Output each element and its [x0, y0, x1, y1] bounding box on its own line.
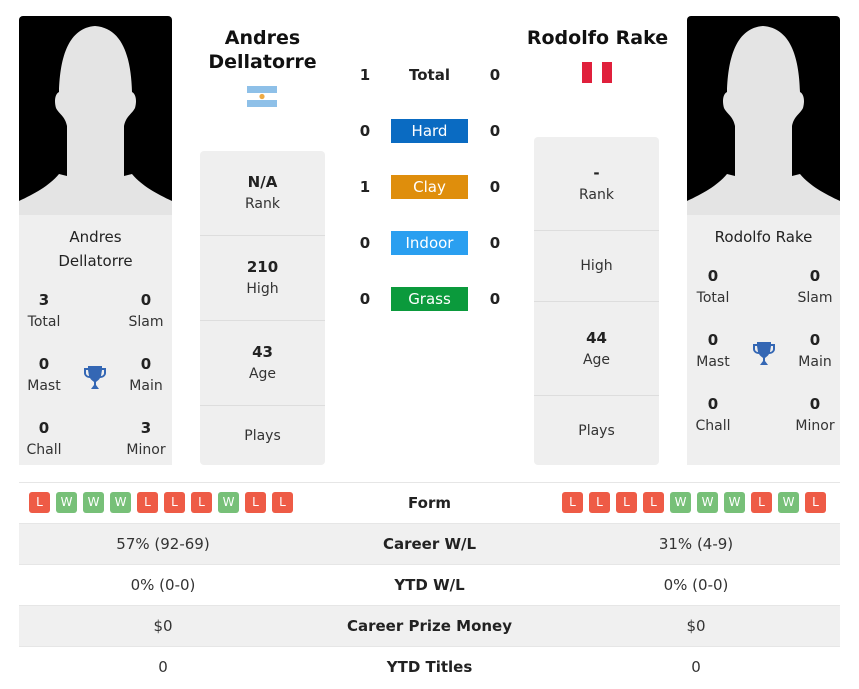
player2-titles-total: 0 Total: [696, 267, 730, 306]
h2h-clay-row: 1 Clay 0: [350, 175, 510, 199]
form-win-badge: W: [697, 492, 718, 513]
player2-titles-slam: 0 Slam: [797, 267, 833, 306]
player2-name: Rodolfo Rake: [714, 228, 813, 246]
player1-titles-slam: 0 Slam: [128, 291, 164, 330]
form-loss-badge: L: [805, 492, 826, 513]
ytd-wl-label: YTD W/L: [394, 576, 465, 594]
form-loss-badge: L: [643, 492, 664, 513]
form-win-badge: W: [56, 492, 77, 513]
ytd-titles-row: 0 YTD Titles 0: [19, 646, 840, 687]
player2-titles-minor: 0 Minor: [795, 395, 835, 434]
player1-age: 43 Age: [200, 321, 325, 406]
player1-ytd-titles: 0: [158, 658, 168, 676]
form-win-badge: W: [670, 492, 691, 513]
player1-titles-minor: 3 Minor: [126, 419, 166, 458]
form-loss-badge: L: [164, 492, 185, 513]
player1-name-line1: Andres: [69, 228, 122, 246]
form-loss-badge: L: [751, 492, 772, 513]
player1-stats-panel: N/A Rank 210 High 43 Age Plays: [200, 151, 325, 465]
player1-photo: [19, 16, 172, 215]
player1-form: LWWWLLLWLL: [29, 492, 293, 513]
form-loss-badge: L: [191, 492, 212, 513]
player2-rank: - Rank: [534, 137, 659, 231]
player1-high: 210 High: [200, 236, 325, 321]
player1-prize-money: $0: [153, 617, 173, 635]
ytd-titles-label: YTD Titles: [386, 658, 473, 676]
form-row: LWWWLLLWLL Form LLLLWWWLWL: [19, 482, 840, 523]
player2-plays: Plays: [578, 422, 615, 439]
form-loss-badge: L: [137, 492, 158, 513]
h2h-indoor-row: 0 Indoor 0: [350, 231, 510, 255]
player1-rank: N/A Rank: [200, 151, 325, 236]
h2h-grass-row: 0 Grass 0: [350, 287, 510, 311]
form-win-badge: W: [83, 492, 104, 513]
player1-plays: Plays: [244, 427, 281, 444]
player2-prize-money: $0: [686, 617, 706, 635]
player2-age: 44 Age: [534, 302, 659, 396]
hard-badge: Hard: [391, 119, 468, 143]
player2-ytd-titles: 0: [691, 658, 701, 676]
h2h-total-row: 1 Total 0: [359, 66, 501, 84]
player2-form: LLLLWWWLWL: [562, 492, 826, 513]
player2-titles-main: 0 Main: [798, 331, 832, 370]
player2-ytd-wl: 0% (0-0): [663, 576, 729, 594]
ytd-wl-row: 0% (0-0) YTD W/L 0% (0-0): [19, 564, 840, 605]
clay-badge: Clay: [391, 175, 468, 199]
form-loss-badge: L: [245, 492, 266, 513]
argentina-flag-icon: [247, 86, 277, 107]
silhouette-icon: [19, 26, 172, 215]
form-win-badge: W: [110, 492, 131, 513]
h2h-hard-row: 0 Hard 0: [350, 119, 510, 143]
player2-info-panel: Rodolfo Rake 0 Total 0 Slam 0 Mast 0 Main 0C…: [687, 215, 840, 465]
player1-ytd-wl: 0% (0-0): [130, 576, 196, 594]
player1-titles-total: 3 Total: [27, 291, 61, 330]
player1-career-wl: 57% (92-69): [116, 535, 210, 553]
prize-money-label: Career Prize Money: [346, 617, 512, 635]
player2-titles-mast: 0 Mast: [696, 331, 730, 370]
player2-heading: Rodolfo Rake: [526, 27, 669, 49]
player1-titles-main: 0 Main: [129, 355, 163, 394]
trophy-icon: [752, 341, 776, 367]
form-win-badge: W: [778, 492, 799, 513]
player2-photo: [687, 16, 840, 215]
form-loss-badge: L: [272, 492, 293, 513]
player1-titles-chall: 0 Chall: [26, 419, 62, 458]
player2-stats-panel: - Rank High 44 Age Plays: [534, 137, 659, 465]
career-wl-row: 57% (92-69) Career W/L 31% (4-9): [19, 523, 840, 564]
player1-titles-mast: 0 Mast: [27, 355, 61, 394]
prize-money-row: $0 Career Prize Money $0: [19, 605, 840, 646]
player2-titles-chall: 0 Chall: [695, 395, 731, 434]
indoor-badge: Indoor: [391, 231, 468, 255]
player2-career-wl: 31% (4-9): [658, 535, 734, 553]
form-label: Form: [408, 494, 451, 512]
career-wl-label: Career W/L: [382, 535, 477, 553]
peru-flag-icon: [582, 62, 612, 83]
form-win-badge: W: [724, 492, 745, 513]
player1-heading: Andres Dellatorre: [208, 27, 317, 73]
form-loss-badge: L: [589, 492, 610, 513]
form-win-badge: W: [218, 492, 239, 513]
silhouette-icon: [687, 26, 840, 215]
form-loss-badge: L: [562, 492, 583, 513]
grass-badge: Grass: [391, 287, 468, 311]
player2-high: High: [534, 231, 659, 302]
trophy-icon: [83, 365, 107, 391]
player1-info-panel: Andres Dellatorre 3 Total 0 Slam 0 Mast 0 Ma…: [19, 215, 172, 465]
form-loss-badge: L: [29, 492, 50, 513]
player1-name-line2: Dellatorre: [58, 252, 133, 270]
form-loss-badge: L: [616, 492, 637, 513]
